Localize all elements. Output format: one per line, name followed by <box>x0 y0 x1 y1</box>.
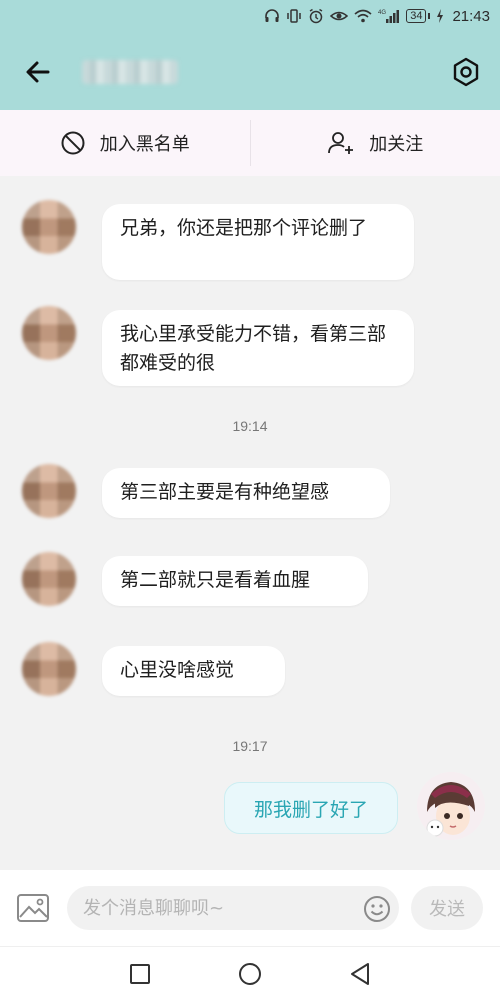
contact-name <box>82 60 178 84</box>
avatar-illustration <box>417 772 485 840</box>
contact-avatar[interactable] <box>22 552 76 606</box>
message-bubble[interactable]: 兄弟，你还是把那个评论删了 <box>102 204 414 280</box>
image-icon <box>17 894 49 922</box>
follow-button[interactable]: 加关注 <box>251 110 500 176</box>
send-button[interactable]: 发送 <box>411 886 483 930</box>
contact-avatar[interactable] <box>22 200 76 254</box>
message-bubble[interactable]: 心里没啥感觉 <box>102 646 285 696</box>
add-to-blacklist-button[interactable]: 加入黑名单 <box>0 110 250 176</box>
wifi-icon <box>354 8 372 24</box>
alarm-icon <box>308 8 324 24</box>
recent-apps-icon <box>130 964 150 984</box>
vibrate-icon <box>286 8 302 24</box>
timestamp: 19:17 <box>232 738 268 754</box>
contact-avatar[interactable] <box>22 642 76 696</box>
chat-messages: 兄弟，你还是把那个评论删了 我心里承受能力不错，看第三部都难受的很 19:14 … <box>0 176 500 870</box>
status-time: 21:43 <box>452 7 490 25</box>
message-bubble[interactable]: 第三部主要是有种绝望感 <box>102 468 390 518</box>
my-avatar[interactable] <box>417 772 485 840</box>
back-nav-button[interactable] <box>346 960 374 988</box>
block-icon <box>61 131 85 155</box>
svg-text:4G: 4G <box>378 10 386 16</box>
back-arrow-icon <box>26 61 50 83</box>
message-bubble[interactable]: 第二部就只是看着血腥 <box>102 556 368 606</box>
home-button[interactable] <box>236 960 264 988</box>
follow-label: 加关注 <box>369 134 424 155</box>
back-triangle-icon <box>351 963 369 985</box>
add-user-icon <box>328 132 354 154</box>
settings-button[interactable] <box>448 54 484 90</box>
emoji-icon <box>364 896 390 922</box>
battery-icon: 34 <box>406 9 431 23</box>
status-icons: 4G 34 <box>264 8 444 24</box>
eye-icon <box>330 8 349 24</box>
message-input-bar: 发送 <box>0 870 500 946</box>
emoji-button[interactable] <box>362 894 392 924</box>
back-button[interactable] <box>20 54 56 90</box>
contact-avatar[interactable] <box>22 306 76 360</box>
chat-header <box>0 32 500 110</box>
charging-icon <box>436 9 444 23</box>
system-nav-bar <box>0 946 500 1000</box>
image-button[interactable] <box>16 892 50 924</box>
timestamp: 19:14 <box>232 418 268 434</box>
blacklist-label: 加入黑名单 <box>99 134 190 155</box>
signal-icon: 4G <box>378 8 400 24</box>
battery-level: 34 <box>406 9 427 23</box>
status-bar: 4G 34 21:43 <box>0 0 500 32</box>
message-input[interactable] <box>67 886 399 930</box>
recent-apps-button[interactable] <box>126 960 154 988</box>
my-message-bubble[interactable]: 那我删了好了 <box>224 782 398 834</box>
action-bar: 加入黑名单 加关注 <box>0 110 500 176</box>
home-icon <box>239 963 261 985</box>
contact-avatar[interactable] <box>22 464 76 518</box>
settings-hexagon-icon <box>453 57 479 87</box>
message-bubble[interactable]: 我心里承受能力不错，看第三部都难受的很 <box>102 310 414 386</box>
headphones-icon <box>264 8 280 24</box>
